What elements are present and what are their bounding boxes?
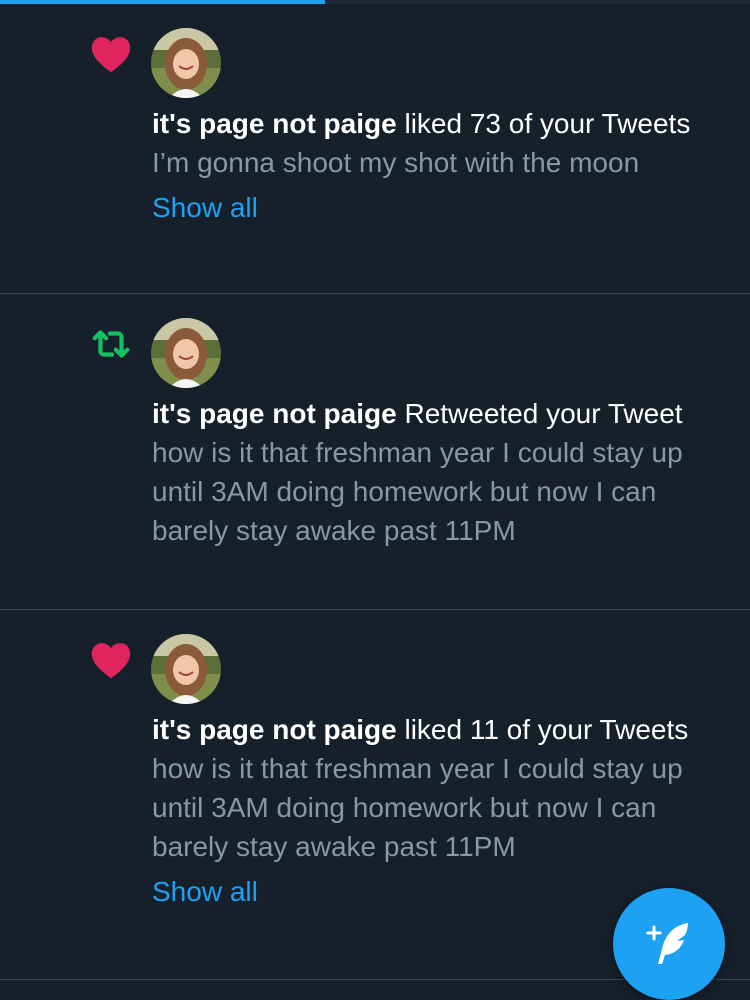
heart-icon bbox=[91, 37, 131, 73]
notification-headline: it's page not paige liked 73 of your Twe… bbox=[152, 104, 712, 143]
notification-item[interactable]: it's page not paige liked 73 of your Twe… bbox=[0, 4, 750, 294]
notification-action: liked 11 of your Tweets bbox=[396, 714, 689, 745]
tweet-snippet: how is it that freshman year I could sta… bbox=[152, 753, 683, 862]
notification-item[interactable]: it's page not paige Retweeted your Tweet… bbox=[0, 294, 750, 610]
notification-content: it's page not paige Retweeted your Tweet… bbox=[152, 394, 712, 550]
compose-tweet-button[interactable] bbox=[613, 888, 725, 1000]
notification-content: it's page not paige liked 11 of your Twe… bbox=[152, 710, 712, 911]
avatar[interactable] bbox=[151, 634, 221, 704]
compose-tweet-icon bbox=[646, 923, 688, 964]
tweet-snippet: how is it that freshman year I could sta… bbox=[152, 437, 683, 546]
notification-headline: it's page not paige Retweeted your Tweet bbox=[152, 394, 712, 433]
avatar[interactable] bbox=[151, 28, 221, 98]
notification-action: liked 73 of your Tweets bbox=[396, 108, 691, 139]
user-name[interactable]: it's page not paige bbox=[152, 714, 397, 745]
notification-headline: it's page not paige liked 11 of your Twe… bbox=[152, 710, 712, 749]
avatar[interactable] bbox=[151, 318, 221, 388]
retweet-icon bbox=[92, 330, 130, 358]
tweet-snippet: I’m gonna shoot my shot with the moon bbox=[152, 147, 640, 178]
show-all-link[interactable]: Show all bbox=[152, 872, 258, 911]
user-name[interactable]: it's page not paige bbox=[152, 108, 397, 139]
user-name[interactable]: it's page not paige bbox=[152, 398, 397, 429]
heart-icon bbox=[91, 643, 131, 679]
notification-content: it's page not paige liked 73 of your Twe… bbox=[152, 104, 712, 227]
show-all-link[interactable]: Show all bbox=[152, 188, 258, 227]
notifications-feed: it's page not paige liked 73 of your Twe… bbox=[0, 4, 750, 980]
notification-action: Retweeted your Tweet bbox=[396, 398, 683, 429]
